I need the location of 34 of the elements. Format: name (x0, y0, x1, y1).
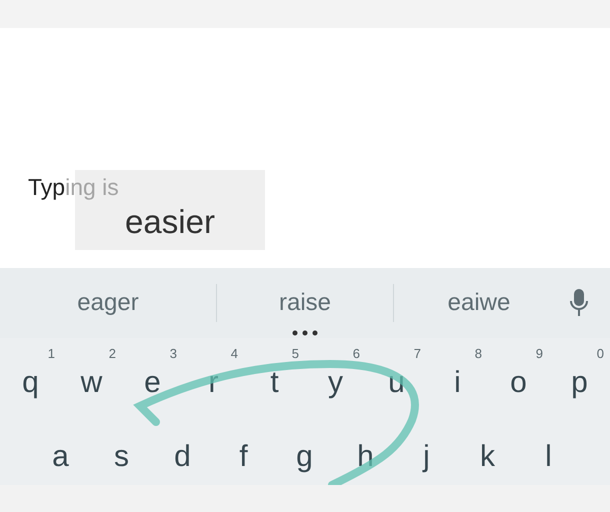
preview-text: ing is (65, 174, 119, 201)
key[interactable]: o 9 (488, 338, 549, 428)
key-hint: 1 (48, 346, 55, 361)
key[interactable]: e 3 (122, 338, 183, 428)
key[interactable]: i 8 (427, 338, 488, 428)
suggestion[interactable]: eaiwe (394, 289, 564, 317)
key[interactable]: s (91, 428, 152, 485)
key[interactable]: a (30, 428, 91, 485)
key[interactable]: d (152, 428, 213, 485)
key[interactable]: q 1 (0, 338, 61, 428)
key[interactable]: l (518, 428, 579, 485)
microphone-icon[interactable] (569, 288, 589, 318)
key-hint: 2 (108, 346, 116, 361)
key[interactable]: y 6 (305, 338, 366, 428)
key-hint: 0 (596, 346, 604, 361)
preview-word: easier (125, 205, 215, 238)
key[interactable]: w 2 (61, 338, 122, 428)
key-hint: 6 (352, 346, 360, 361)
typed-text: Typ (28, 174, 66, 201)
key-hint: 8 (474, 346, 482, 361)
key-hint: 5 (292, 346, 299, 361)
key-hint: 4 (230, 346, 238, 361)
more-icon[interactable] (292, 330, 318, 336)
key[interactable]: t 5 (244, 338, 305, 428)
key[interactable]: g (274, 428, 335, 485)
key-hint: 9 (536, 346, 543, 361)
key[interactable]: j (396, 428, 457, 485)
key-hint: 7 (414, 346, 421, 361)
suggestion[interactable]: eager (0, 289, 216, 317)
suggestion[interactable]: raise (217, 289, 393, 317)
key[interactable]: f (213, 428, 274, 485)
key[interactable]: k (457, 428, 518, 485)
key-hint: 3 (170, 346, 177, 361)
key[interactable]: p 0 (549, 338, 610, 428)
